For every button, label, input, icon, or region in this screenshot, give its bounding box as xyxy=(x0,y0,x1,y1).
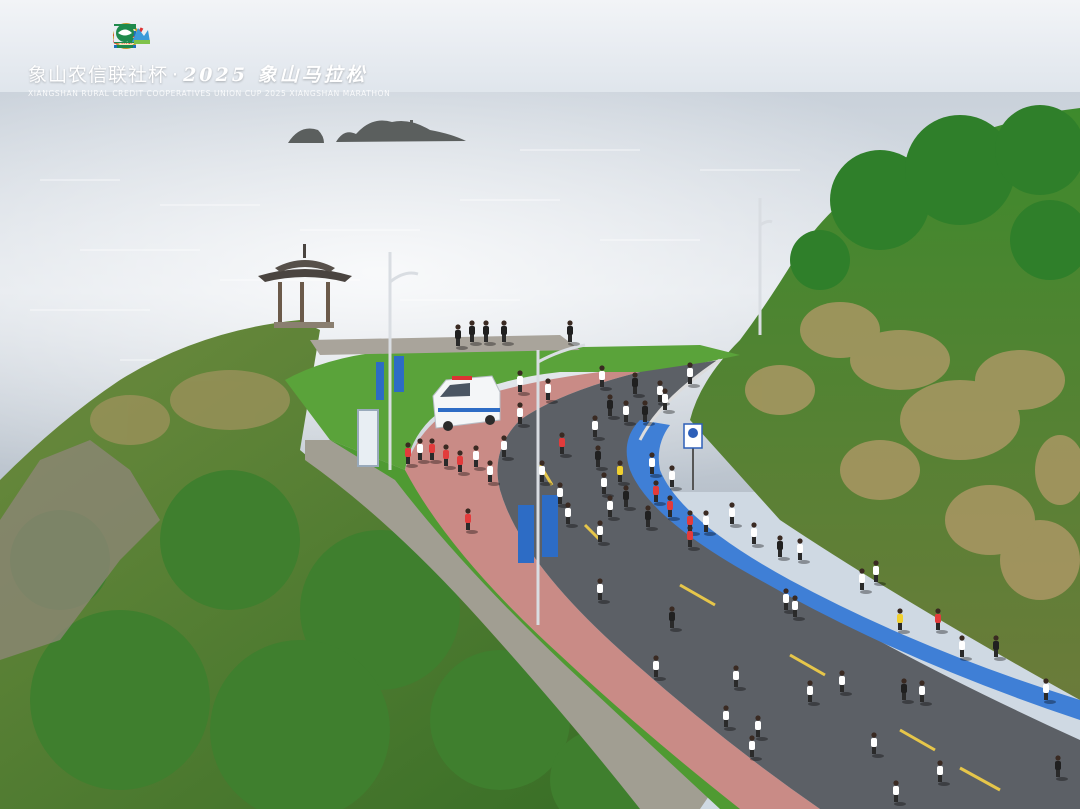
runner xyxy=(751,522,764,548)
ambulance xyxy=(432,375,501,431)
event-name: 2025 象山马拉松 xyxy=(183,64,368,86)
runner xyxy=(897,608,910,634)
runner xyxy=(797,538,810,564)
marathon-scene: CHINA 象山农信联社杯·2025 象山马拉松 XIANGSHAN RURAL… xyxy=(0,0,1080,809)
runner xyxy=(777,535,790,561)
scene-illustration xyxy=(0,0,1080,809)
china-athletics-icon: CHINA xyxy=(112,22,180,52)
title-cn: 象山农信联社杯 xyxy=(28,64,169,86)
banner-flag xyxy=(376,362,384,400)
runner xyxy=(729,502,742,528)
event-title: 象山农信联社杯 · 2025 象山马拉松 xyxy=(28,60,368,87)
sponsor-logos: CHINA xyxy=(112,22,294,52)
banner-flag xyxy=(518,505,534,563)
rural-credit-icon xyxy=(116,22,294,52)
xiangshan-tourism-icon xyxy=(114,22,218,52)
title-separator: · xyxy=(172,64,180,86)
banner-flag xyxy=(394,356,404,392)
runner xyxy=(959,635,972,661)
sign-board xyxy=(357,409,379,467)
banner-flag xyxy=(542,495,558,557)
event-subtitle: XIANGSHAN RURAL CREDIT COOPERATIVES UNIO… xyxy=(28,89,391,98)
sponsor-icon xyxy=(114,22,256,52)
